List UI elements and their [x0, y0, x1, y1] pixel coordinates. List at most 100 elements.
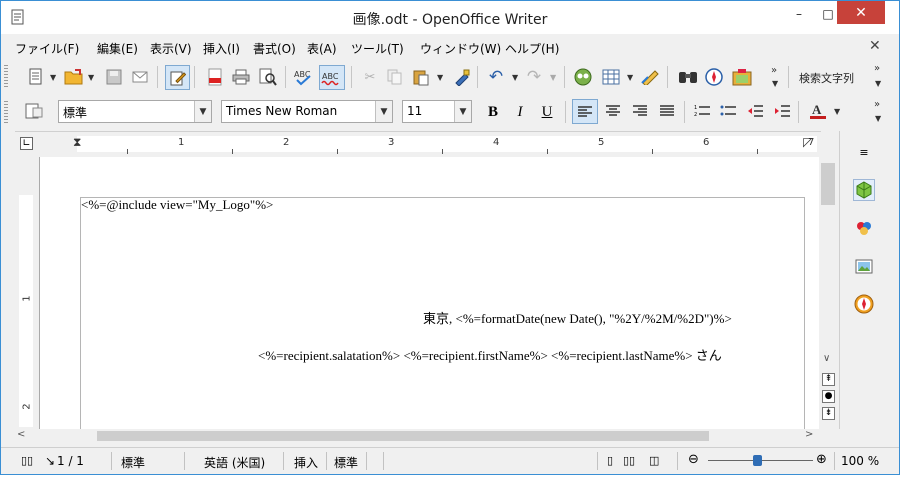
scroll-right-arrow-icon[interactable]: >: [805, 429, 813, 440]
date-line[interactable]: 東京, <%=formatDate(new Date(), "%2Y/%2M/%…: [423, 308, 732, 327]
font-color-icon[interactable]: A: [807, 100, 829, 122]
edit-mode-icon[interactable]: [165, 65, 190, 90]
find-toolbar-dropdown-icon[interactable]: ▼: [875, 79, 881, 88]
navigator-sidebar-icon[interactable]: [853, 293, 875, 315]
menu-insert[interactable]: 挿入(I): [203, 40, 240, 57]
menu-window[interactable]: ウィンドウ(W): [420, 40, 501, 57]
copy-icon[interactable]: [384, 66, 406, 88]
zoom-percent[interactable]: 100 %: [841, 454, 879, 468]
font-size-combo[interactable]: 11 ▼: [402, 100, 472, 123]
sidebar-menu-icon[interactable]: ≡: [853, 141, 875, 163]
email-icon[interactable]: [130, 66, 152, 88]
font-color-dropdown-icon[interactable]: ▼: [834, 107, 840, 116]
save-icon[interactable]: [103, 66, 125, 88]
clone-formatting-icon[interactable]: [451, 66, 473, 88]
menu-format[interactable]: 書式(O): [253, 40, 296, 57]
gallery-icon[interactable]: [731, 66, 753, 88]
include-directive-line[interactable]: <%=@include view="My_Logo"%>: [81, 197, 273, 213]
zoom-in-icon[interactable]: ⊕: [816, 452, 827, 467]
show-draw-functions-icon[interactable]: [640, 66, 662, 88]
multi-page-view-icon[interactable]: ▯▯: [623, 454, 635, 467]
previous-page-icon[interactable]: ⇞: [822, 373, 835, 386]
styles-icon[interactable]: [853, 217, 875, 239]
page-indicator[interactable]: 1 / 1: [57, 454, 84, 468]
zoom-slider-knob[interactable]: [753, 455, 762, 466]
page-style[interactable]: 標準: [121, 454, 145, 471]
redo-icon[interactable]: ↷: [523, 66, 545, 88]
close-button[interactable]: ✕: [837, 1, 885, 24]
toolbar-grip[interactable]: [4, 65, 8, 87]
print-preview-icon[interactable]: [257, 66, 279, 88]
increase-indent-icon[interactable]: [771, 100, 793, 122]
vertical-scrollbar[interactable]: ∨ ⇞ ● ⇟: [819, 157, 837, 429]
menu-file[interactable]: ファイル(F): [15, 40, 79, 57]
toolbar-overflow-icon[interactable]: »: [771, 65, 777, 76]
paste-dropdown-icon[interactable]: ▼: [437, 73, 443, 82]
toolbar-overflow-dropdown-icon[interactable]: ▼: [772, 79, 778, 88]
menu-table[interactable]: 表(A): [307, 40, 337, 57]
recipient-line[interactable]: <%=recipient.salatation%> <%=recipient.f…: [258, 345, 722, 364]
new-document-icon[interactable]: [25, 66, 47, 88]
table-dropdown-icon[interactable]: ▼: [627, 73, 633, 82]
formatting-overflow-dropdown-icon[interactable]: ▼: [875, 114, 881, 123]
vertical-ruler[interactable]: 1 2: [15, 157, 37, 429]
bullets-icon[interactable]: [717, 100, 739, 122]
undo-dropdown-icon[interactable]: ▼: [512, 73, 518, 82]
selection-mode-status[interactable]: 標準: [334, 454, 358, 471]
menu-view[interactable]: 表示(V): [150, 40, 192, 57]
open-dropdown-icon[interactable]: ▼: [88, 73, 94, 82]
new-dropdown-icon[interactable]: ▼: [50, 73, 56, 82]
paste-icon[interactable]: [410, 66, 432, 88]
italic-button[interactable]: I: [509, 101, 531, 123]
page-layout-icon[interactable]: ▯▯: [21, 454, 33, 467]
find-toolbar-overflow-icon[interactable]: »: [874, 63, 880, 74]
close-document-icon[interactable]: ✕: [869, 38, 881, 54]
numbering-icon[interactable]: 12: [691, 100, 713, 122]
align-left-icon[interactable]: [572, 99, 598, 124]
underline-button[interactable]: U: [536, 101, 558, 123]
undo-icon[interactable]: ↶: [485, 66, 507, 88]
gallery-sidebar-icon[interactable]: [853, 255, 875, 277]
redo-dropdown-icon[interactable]: ▼: [550, 73, 556, 82]
export-pdf-icon[interactable]: [204, 66, 226, 88]
spellcheck-icon[interactable]: ABC: [293, 66, 315, 88]
formatting-overflow-icon[interactable]: »: [874, 99, 880, 110]
chevron-down-icon[interactable]: ▼: [375, 101, 392, 122]
styles-formatting-icon[interactable]: [23, 100, 45, 122]
font-name-combo[interactable]: Times New Roman ▼: [221, 100, 393, 123]
scroll-down-arrow-icon[interactable]: ∨: [823, 353, 830, 364]
vertical-scroll-thumb[interactable]: [821, 163, 835, 205]
menu-edit[interactable]: 編集(E): [97, 40, 138, 57]
toolbar-grip[interactable]: [4, 101, 8, 123]
paragraph-style-combo[interactable]: 標準 ▼: [58, 100, 212, 123]
auto-spellcheck-icon[interactable]: ABC: [319, 65, 345, 90]
cut-icon[interactable]: ✂: [359, 66, 381, 88]
navigator-compass-icon[interactable]: [703, 66, 725, 88]
scroll-left-arrow-icon[interactable]: <: [17, 429, 25, 440]
next-page-icon[interactable]: ⇟: [822, 407, 835, 420]
find-replace-icon[interactable]: [677, 66, 699, 88]
table-icon[interactable]: [600, 66, 622, 88]
open-folder-icon[interactable]: [63, 66, 85, 88]
menu-help[interactable]: ヘルプ(H): [505, 40, 559, 57]
print-icon[interactable]: [230, 66, 252, 88]
minimize-button[interactable]: –: [784, 1, 814, 27]
book-view-icon[interactable]: ◫: [649, 454, 659, 467]
left-indent-icon[interactable]: ⧗: [73, 135, 81, 150]
bold-button[interactable]: B: [482, 101, 504, 123]
document-area[interactable]: <%=@include view="My_Logo"%> 東京, <%=form…: [39, 157, 819, 429]
properties-icon[interactable]: [853, 179, 875, 201]
find-text-label[interactable]: 検索文字列: [799, 70, 854, 86]
horizontal-scrollbar[interactable]: < >: [15, 429, 819, 443]
zoom-out-icon[interactable]: ⊖: [688, 452, 699, 467]
align-right-icon[interactable]: [629, 100, 651, 122]
decrease-indent-icon[interactable]: [744, 100, 766, 122]
horizontal-ruler[interactable]: ∟ ⧗ ◸ 1 2 3 4 5 6 7: [15, 131, 821, 155]
insert-mode-status[interactable]: 挿入: [294, 454, 318, 471]
chevron-down-icon[interactable]: ▼: [454, 101, 471, 122]
horizontal-scroll-thumb[interactable]: [97, 431, 709, 441]
navigation-icon[interactable]: ●: [822, 390, 835, 403]
align-center-icon[interactable]: [602, 100, 624, 122]
menu-tools[interactable]: ツール(T): [351, 40, 404, 57]
single-page-view-icon[interactable]: ▯: [607, 454, 613, 467]
